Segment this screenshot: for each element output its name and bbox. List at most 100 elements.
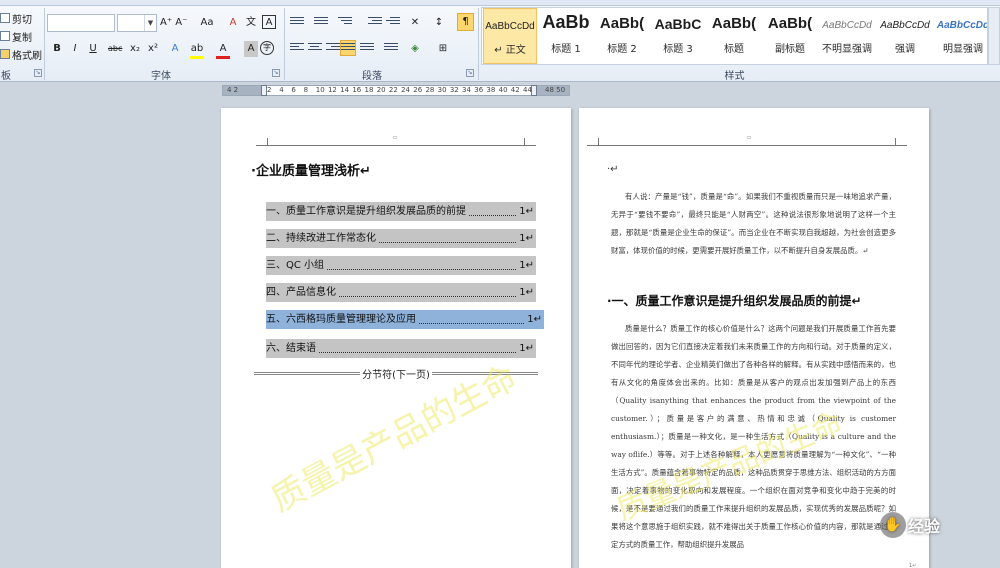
- char-border-button[interactable]: A: [262, 15, 276, 29]
- style-heading-3[interactable]: AaBbC 标题 3: [651, 8, 705, 64]
- toc-page-number: 1↵: [517, 339, 534, 358]
- ruler-tick: 28: [425, 86, 435, 94]
- numbering-icon[interactable]: [314, 17, 328, 29]
- crop-mark: [895, 138, 907, 146]
- borders-icon[interactable]: ⊞: [436, 41, 450, 57]
- quick-access-bar: [0, 0, 1000, 6]
- ruler-tick: 6: [291, 86, 296, 94]
- ruler-tick: 26: [413, 86, 423, 94]
- section-heading: ·一、质量工作意识是提升组织发展品质的前提↵: [607, 294, 862, 308]
- bullets-icon[interactable]: [290, 17, 304, 29]
- sort-icon[interactable]: ↕: [432, 15, 446, 31]
- toc-page-number: 1↵: [517, 256, 534, 275]
- toc-entry[interactable]: 六、结束语 1↵: [266, 339, 536, 358]
- ruler-tick: 42: [510, 86, 520, 94]
- styles-group-label: 样式: [724, 71, 745, 82]
- style-name: 副标题: [775, 44, 805, 55]
- gallery-scroll-button[interactable]: [988, 7, 1000, 65]
- change-case-button[interactable]: Aa: [200, 15, 214, 31]
- grow-shrink-font-button[interactable]: A⁺ A⁻: [160, 15, 187, 31]
- align-center-icon[interactable]: [308, 43, 322, 55]
- page-1[interactable]: ▫ ·企业质量管理浅析↵ 一、质量工作意识是提升组织发展品质的前提 1↵ 二、持续…: [221, 108, 571, 568]
- empty-bullet-paragraph: ·↵: [607, 164, 619, 175]
- style-heading-1[interactable]: AaBb 标题 1: [539, 8, 593, 64]
- font-launcher-icon[interactable]: ↘: [272, 69, 280, 77]
- ruler-tick: 22: [388, 86, 398, 94]
- enclose-char-button[interactable]: 字: [260, 41, 274, 55]
- font-color-button[interactable]: A: [216, 41, 230, 57]
- decrease-indent-icon[interactable]: [368, 17, 382, 29]
- page-number-mark: 1↵: [909, 563, 917, 568]
- toc-label: 三、QC 小组: [266, 260, 327, 271]
- style-subtle-emphasis[interactable]: AaBbCcDd 不明显强调: [819, 8, 875, 64]
- style-sample: AaBbC: [654, 16, 702, 32]
- line-spacing-icon[interactable]: [384, 43, 398, 55]
- toc-page-number: 1↵: [517, 202, 534, 221]
- format-painter-button[interactable]: 格式刷: [0, 46, 42, 62]
- text-effects-button[interactable]: A: [168, 41, 182, 57]
- crop-mark: [587, 138, 599, 146]
- style-emphasis[interactable]: AaBbCcDd 强调: [877, 8, 933, 64]
- style-sample: AaBbCcDd: [822, 20, 872, 31]
- paragraph-group-label: 段落: [362, 71, 382, 82]
- toc-entry[interactable]: 四、产品信息化 1↵: [266, 283, 536, 302]
- style-name: 明显强调: [943, 44, 983, 55]
- document-title: ·企业质量管理浅析↵: [251, 164, 371, 179]
- paragraph-launcher-icon[interactable]: ↘: [466, 69, 474, 77]
- style-title[interactable]: AaBb( 标题: [707, 8, 761, 64]
- pinyin-guide-button[interactable]: 文: [244, 15, 258, 31]
- toc-entry[interactable]: 二、持续改进工作常态化 1↵: [266, 229, 536, 248]
- italic-button[interactable]: I: [68, 41, 82, 57]
- horizontal-ruler[interactable]: 4 2 48 50 2 4 6 8 10 12 14 16 18 20 22 24 26 28 30 32 34…: [222, 85, 570, 96]
- char-shading-button[interactable]: A: [244, 41, 258, 57]
- ruler-right-margin: 48 50: [533, 86, 569, 95]
- chevron-down-icon[interactable]: ▼: [144, 15, 156, 31]
- ruler-tick: 38: [486, 86, 496, 94]
- increase-indent-icon[interactable]: [386, 17, 400, 29]
- paintbrush-icon: [0, 49, 10, 59]
- ruler-tick: 30: [437, 86, 447, 94]
- toc-label: 二、持续改进工作常态化: [266, 233, 378, 244]
- style-intense-emphasis[interactable]: AaBbCcDd 明显强调: [935, 8, 987, 64]
- page-top-mark: ▫: [747, 134, 752, 141]
- chinese-layout-icon[interactable]: ✕: [408, 15, 422, 31]
- bold-button[interactable]: B: [50, 41, 64, 57]
- cut-button[interactable]: 剪切: [0, 10, 32, 26]
- style-normal[interactable]: AaBbCcDd ↵ 正文: [483, 8, 537, 64]
- align-left-icon[interactable]: [290, 43, 304, 55]
- group-separator: [44, 8, 45, 80]
- ruler-right-label: 48 50: [545, 86, 566, 94]
- justify-icon: [341, 43, 355, 55]
- style-sample: AaBbCcDd: [880, 20, 930, 31]
- ruler-tick: 32: [449, 86, 459, 94]
- ruler-tick: 16: [352, 86, 362, 94]
- toc-entry[interactable]: 一、质量工作意识是提升组织发展品质的前提 1↵: [266, 202, 536, 221]
- multilevel-list-icon[interactable]: [338, 17, 352, 29]
- style-subtitle[interactable]: AaBb( 副标题: [763, 8, 817, 64]
- group-separator: [284, 8, 285, 80]
- distributed-icon[interactable]: [360, 43, 374, 55]
- header-line: [599, 145, 895, 146]
- toc-entry[interactable]: 三、QC 小组 1↵: [266, 256, 536, 275]
- underline-button[interactable]: U: [86, 41, 100, 57]
- clear-format-button[interactable]: A: [226, 15, 240, 31]
- toc-entry-selected[interactable]: 五、六西格玛质量管理理论及应用 1↵: [266, 310, 544, 329]
- style-heading-2[interactable]: AaBb( 标题 2: [595, 8, 649, 64]
- page-2[interactable]: ▫ ·↵ 有人说：产量是“钱”，质量是“命”。如果我们不重视质量而只是一味地追求…: [579, 108, 929, 568]
- subscript-button[interactable]: x₂: [128, 41, 142, 57]
- highlight-button[interactable]: ab: [190, 41, 204, 57]
- shading-icon[interactable]: ◈: [408, 41, 422, 57]
- toc-page-number: 1↵: [517, 283, 534, 302]
- copy-button[interactable]: 复制: [0, 28, 32, 44]
- font-size-combo[interactable]: ▼: [117, 14, 157, 32]
- ruler-left-margin: 4 2: [223, 86, 261, 95]
- copy-label: 复制: [12, 32, 32, 44]
- font-name-combo[interactable]: [47, 14, 115, 32]
- ruler-tick: 2: [267, 86, 272, 94]
- strikethrough-button[interactable]: abc: [108, 41, 122, 57]
- superscript-button[interactable]: x²: [146, 41, 160, 57]
- align-right-icon[interactable]: [326, 43, 340, 55]
- ruler-tick: 4: [279, 86, 284, 94]
- clipboard-launcher-icon[interactable]: ↘: [34, 69, 42, 77]
- ruler-tick: 10: [315, 86, 325, 94]
